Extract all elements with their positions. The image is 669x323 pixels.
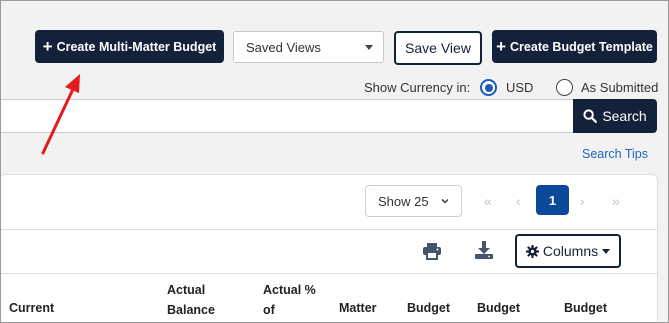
- header-line: Budget: [477, 301, 521, 315]
- create-budget-template-button[interactable]: + Create Budget Template: [492, 30, 657, 63]
- column-header-actual-percent[interactable]: Actual % of: [263, 280, 316, 320]
- header-line: Actual: [167, 283, 206, 297]
- currency-label: Show Currency in:: [364, 80, 471, 95]
- last-page-button[interactable]: »: [612, 193, 620, 209]
- radio-as-submitted-label: As Submitted: [581, 80, 659, 95]
- header-line: Current: [9, 301, 55, 315]
- plus-icon: +: [496, 37, 507, 56]
- create-multi-matter-budget-label: Create Multi-Matter Budget: [56, 39, 217, 54]
- columns-button[interactable]: Columns: [515, 234, 621, 268]
- save-view-label: Save View: [405, 40, 471, 56]
- search-button[interactable]: Search: [573, 99, 657, 133]
- radio-as-submitted[interactable]: [556, 79, 573, 96]
- page-1-label: 1: [548, 192, 557, 208]
- column-header-matter[interactable]: Matter: [339, 298, 377, 318]
- header-line: Actual %: [263, 283, 316, 297]
- caret-down-icon: [602, 248, 611, 254]
- next-page-button[interactable]: ›: [580, 193, 585, 209]
- prev-page-button[interactable]: ‹: [516, 193, 521, 209]
- search-input[interactable]: [1, 99, 574, 133]
- page-1-button[interactable]: 1: [536, 185, 569, 215]
- header-line: of: [263, 303, 275, 317]
- saved-views-select[interactable]: Saved Views: [233, 31, 384, 63]
- download-icon[interactable]: [474, 240, 494, 260]
- divider: [1, 229, 658, 230]
- saved-views-label: Saved Views: [246, 39, 321, 55]
- first-page-button[interactable]: «: [484, 193, 492, 209]
- radio-usd-label: USD: [506, 80, 534, 95]
- page-size-label: Show 25: [378, 193, 429, 209]
- column-header-current[interactable]: Current: [9, 298, 54, 318]
- header-line: Budget: [407, 301, 451, 315]
- page-frame: + Create Multi-Matter Budget Saved Views…: [0, 0, 669, 323]
- caret-down-icon: [365, 45, 373, 50]
- column-header-budget-3[interactable]: Budget: [564, 298, 607, 318]
- print-icon[interactable]: [422, 242, 442, 260]
- header-line: Matter: [339, 301, 377, 315]
- radio-usd[interactable]: [480, 79, 497, 96]
- create-multi-matter-budget-button[interactable]: + Create Multi-Matter Budget: [35, 30, 224, 63]
- plus-icon: +: [42, 37, 53, 56]
- search-icon: [583, 109, 598, 123]
- search-tips-link[interactable]: Search Tips: [582, 147, 648, 161]
- save-view-button[interactable]: Save View: [394, 31, 482, 65]
- divider: [1, 273, 658, 274]
- column-header-budget-1[interactable]: Budget: [407, 298, 450, 318]
- column-header-budget-2[interactable]: Budget: [477, 298, 520, 318]
- column-header-actual-balance[interactable]: Actual Balance: [167, 280, 215, 320]
- page-size-select[interactable]: Show 25: [365, 185, 462, 217]
- create-budget-template-label: Create Budget Template: [510, 39, 653, 54]
- header-line: Budget: [564, 301, 608, 315]
- chevron-down-icon: [441, 199, 449, 204]
- columns-label: Columns: [542, 243, 599, 259]
- header-line: Balance: [167, 303, 215, 317]
- gear-icon: [525, 244, 539, 258]
- search-button-label: Search: [602, 108, 647, 124]
